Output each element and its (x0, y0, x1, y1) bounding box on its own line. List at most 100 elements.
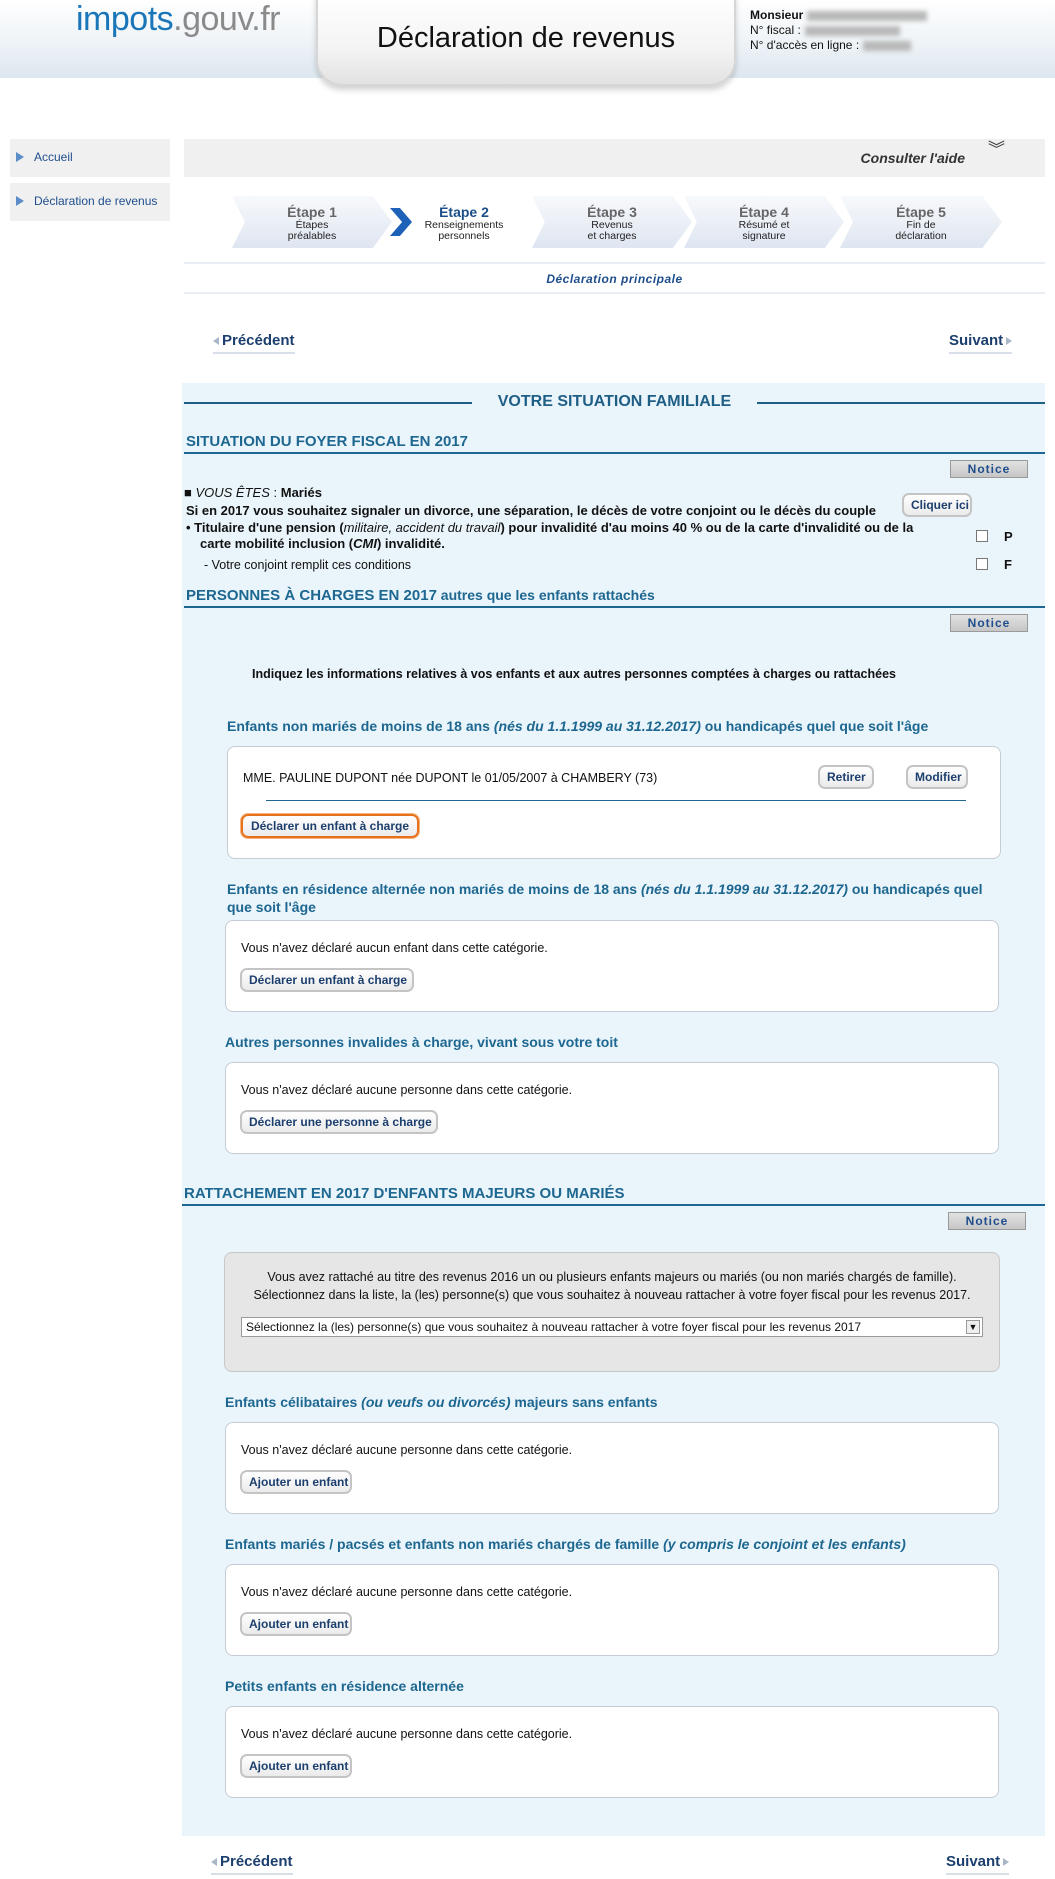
category-box-grandchildren: Vous n'avez déclaré aucune personne dans… (225, 1706, 999, 1798)
checkbox-pension-f[interactable] (976, 558, 988, 570)
step-progress: Étape 1 Étapes préalables Étape 2 Rensei… (232, 196, 1002, 248)
chevron-down-icon[interactable]: ▼ (966, 1320, 980, 1334)
add-child-button[interactable]: Ajouter un enfant (240, 1612, 352, 1636)
step-1: Étape 1 Étapes préalables (232, 196, 392, 248)
category-title-married-children: Enfants mariés / pacsés et enfants non m… (225, 1536, 906, 1552)
previous-label: Précédent (222, 332, 295, 349)
access-number-label: N° d'accès en ligne : (750, 38, 860, 52)
previous-label: Précédent (220, 1853, 293, 1870)
sidebar-item-declaration[interactable]: Déclaration de revenus (10, 183, 170, 221)
section-underline (184, 606, 1045, 608)
add-child-button[interactable]: Ajouter un enfant (240, 1470, 352, 1494)
empty-category-message: Vous n'avez déclaré aucune personne dans… (241, 1083, 573, 1097)
previous-button-bottom[interactable]: Précédent (211, 1853, 293, 1875)
step-desc-2: et charges (587, 230, 637, 242)
declare-child-alternate-button[interactable]: Déclarer un enfant à charge (240, 968, 414, 992)
step-desc-2: préalables (287, 230, 337, 242)
step-2: Étape 2 Renseignements personnels (384, 196, 544, 248)
page-title: Déclaration de revenus (376, 22, 676, 54)
next-label: Suivant (946, 1853, 1001, 1870)
sidebar-item-label: Déclaration de revenus (34, 194, 158, 208)
next-label: Suivant (949, 332, 1004, 349)
declare-person-button[interactable]: Déclarer une personne à charge (240, 1110, 438, 1134)
notice-button[interactable]: Notice (950, 460, 1028, 478)
pension-info-text: • Titulaire d'une pension (militaire, ac… (186, 520, 914, 551)
step-title: Étape 1 (287, 204, 337, 220)
spouse-condition-text: - Votre conjoint remplit ces conditions (204, 558, 412, 572)
divider (266, 800, 966, 801)
notice-button[interactable]: Notice (948, 1212, 1026, 1230)
category-title-invalid-persons: Autres personnes invalides à charge, viv… (225, 1034, 618, 1050)
checkbox-label-p: P (1004, 529, 1013, 544)
arrow-right-icon (1006, 337, 1013, 346)
category-box-invalid-persons: Vous n'avez déclaré aucune personne dans… (225, 1062, 999, 1154)
remove-child-button[interactable]: Retirer (818, 765, 874, 789)
marital-status-value: Mariés (280, 485, 322, 500)
category-box-married-children: Vous n'avez déclaré aucune personne dans… (225, 1564, 999, 1656)
arrow-left-icon (213, 337, 219, 346)
child-entry: MME. PAULINE DUPONT née DUPONT le 01/05/… (243, 771, 658, 785)
arrow-right-icon (1003, 1858, 1010, 1867)
empty-category-message: Vous n'avez déclaré aucune personne dans… (241, 1727, 573, 1741)
previous-button[interactable]: Précédent (213, 332, 295, 354)
add-child-button[interactable]: Ajouter un enfant (240, 1754, 352, 1778)
section-banner-title: VOTRE SITUATION FAMILIALE (497, 393, 732, 410)
click-here-button[interactable]: Cliquer ici (902, 493, 972, 517)
step-3: Étape 3 Revenus et charges (532, 196, 692, 248)
step-desc-2: personnels (438, 230, 490, 242)
sidebar-item-label: Accueil (34, 150, 73, 164)
step-title: Étape 5 (896, 204, 946, 220)
notice-button[interactable]: Notice (950, 614, 1028, 632)
step-title: Étape 2 (439, 204, 489, 220)
fiscal-number-label: N° fiscal : (750, 23, 801, 37)
marital-status: ■ VOUS ÊTES : Mariés (184, 485, 322, 500)
logo-text-domain: .gouv.fr (173, 0, 281, 38)
double-chevron-down-icon[interactable]: ︾ (988, 141, 1005, 158)
divider (184, 262, 1045, 264)
step-desc-2: signature (742, 230, 786, 242)
category-box-single-adult-children: Vous n'avez déclaré aucune personne dans… (225, 1422, 999, 1514)
section-title-charges: PERSONNES À CHARGES EN 2017 autres que l… (186, 587, 655, 604)
section-title-foyer: SITUATION DU FOYER FISCAL EN 2017 (186, 433, 468, 450)
step-5: Étape 5 Fin de déclaration (840, 196, 1002, 248)
divider (184, 292, 1045, 294)
access-number-redacted (863, 40, 912, 51)
empty-category-message: Vous n'avez déclaré aucun enfant dans ce… (241, 941, 548, 955)
divorce-info-text: Si en 2017 vous souhaitez signaler un di… (186, 503, 876, 518)
user-civility: Monsieur (750, 8, 804, 22)
declare-child-button[interactable]: Déclarer un enfant à charge (241, 814, 419, 838)
rattachement-info-box: Vous avez rattaché au titre des revenus … (224, 1252, 1000, 1372)
site-logo[interactable]: impots.gouv.fr (76, 0, 281, 39)
rattachement-select[interactable]: Sélectionnez la (les) personne(s) que vo… (241, 1317, 983, 1337)
category-title-grandchildren: Petits enfants en résidence alternée (225, 1678, 464, 1694)
declaration-type-label: Déclaration principale (546, 272, 683, 286)
empty-category-message: Vous n'avez déclaré aucune personne dans… (241, 1443, 573, 1457)
category-box-alternate-residence: Vous n'avez déclaré aucun enfant dans ce… (225, 920, 999, 1012)
step-desc-2: déclaration (895, 230, 947, 242)
help-bar: Consulter l'aide ︾ (184, 139, 1045, 177)
next-button-bottom[interactable]: Suivant (946, 1853, 1010, 1875)
checkbox-label-f: F (1004, 557, 1012, 572)
category-box-minor-children: MME. PAULINE DUPONT née DUPONT le 01/05/… (227, 746, 1001, 859)
help-link[interactable]: Consulter l'aide (861, 150, 965, 166)
triangle-right-icon (16, 152, 24, 162)
empty-category-message: Vous n'avez déclaré aucune personne dans… (241, 1585, 573, 1599)
category-title-minor-children: Enfants non mariés de moins de 18 ans (n… (227, 718, 929, 734)
arrow-left-icon (211, 1858, 217, 1867)
user-info: Monsieur N° fiscal : N° d'accès en ligne… (750, 8, 928, 53)
sidebar-item-accueil[interactable]: Accueil (10, 139, 170, 177)
page-title-box: Déclaration de revenus (316, 0, 736, 86)
section-underline (184, 452, 1045, 454)
checkbox-pension-p[interactable] (976, 530, 988, 542)
category-title-alternate-residence: Enfants en résidence alternée non mariés… (227, 881, 983, 915)
charges-intro-text: Indiquez les informations relatives à vo… (252, 667, 896, 681)
modify-child-button[interactable]: Modifier (906, 765, 968, 789)
step-title: Étape 4 (739, 204, 789, 220)
fiscal-number-redacted (804, 25, 900, 36)
section-banner: VOTRE SITUATION FAMILIALE (184, 388, 1045, 418)
triangle-right-icon (16, 196, 24, 206)
next-button[interactable]: Suivant (949, 332, 1013, 354)
page-header: impots.gouv.fr Déclaration de revenus Mo… (0, 0, 1055, 86)
rattachement-info-text: Vous avez rattaché au titre des revenus … (253, 1270, 971, 1302)
logo-text-impots: impots (76, 0, 174, 38)
